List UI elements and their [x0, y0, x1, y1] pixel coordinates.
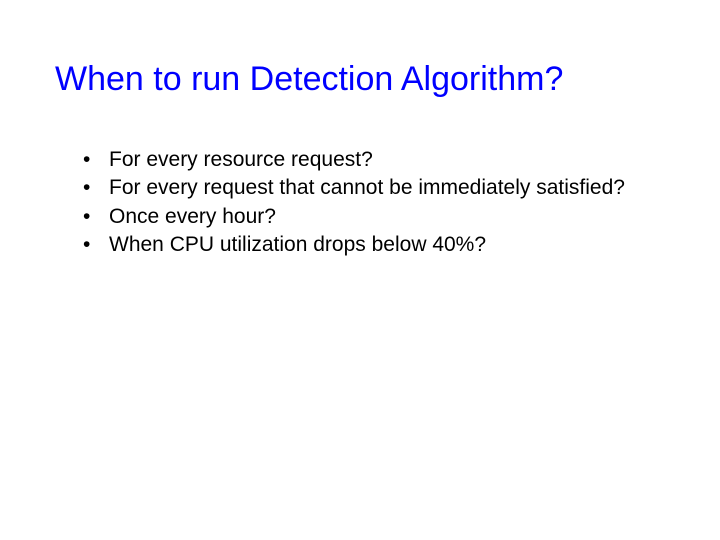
list-item: When CPU utilization drops below 40%? — [91, 232, 665, 258]
list-item: For every resource request? — [91, 147, 665, 173]
bullet-list: For every resource request? For every re… — [55, 147, 665, 258]
list-item: Once every hour? — [91, 204, 665, 230]
slide-container: When to run Detection Algorithm? For eve… — [0, 0, 720, 540]
list-item: For every request that cannot be immedia… — [91, 175, 665, 201]
slide-title: When to run Detection Algorithm? — [55, 60, 665, 99]
